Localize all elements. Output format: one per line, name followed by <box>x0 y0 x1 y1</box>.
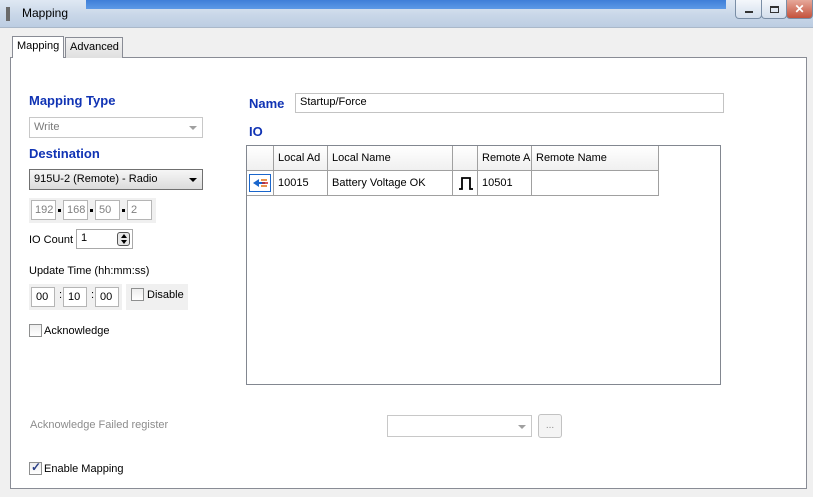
acknowledge-label: Acknowledge <box>44 325 110 337</box>
time-separator: : <box>59 289 63 301</box>
destination-label: Destination <box>29 146 100 161</box>
column-header-remote-name[interactable]: Remote Name <box>532 146 659 171</box>
destination-select[interactable]: 915U-2 (Remote) - Radio <box>29 169 203 190</box>
close-icon: ✕ <box>794 2 805 16</box>
disable-checkbox[interactable] <box>131 288 144 301</box>
ip-address-field: 192 168 50 2 <box>29 198 156 223</box>
io-count-label: IO Count <box>29 234 74 246</box>
io-count-value: 1 <box>81 232 88 244</box>
io-label: IO <box>249 124 263 139</box>
ip-octet-2: 168 <box>63 200 88 220</box>
maximize-button[interactable] <box>761 0 787 19</box>
time-minutes-input[interactable]: 10 <box>63 287 87 307</box>
name-input[interactable]: Startup/Force <box>295 93 724 113</box>
window-title: Mapping <box>22 6 69 20</box>
column-header-local-address[interactable]: Local Ad <box>274 146 328 171</box>
disable-label: Disable <box>147 289 184 301</box>
enable-mapping-checkbox[interactable] <box>29 460 42 475</box>
enable-mapping-label: Enable Mapping <box>44 463 124 475</box>
browse-register-button: ... <box>538 414 562 438</box>
io-table[interactable]: Local Ad Local Name Remote A Remote Name… <box>246 145 721 385</box>
update-time-field: 00 : 10 : 00 <box>29 284 122 310</box>
tab-mapping[interactable]: Mapping <box>12 36 65 58</box>
ip-octet-4: 2 <box>127 200 152 220</box>
pulse-icon <box>459 177 473 190</box>
ip-octet-1: 192 <box>31 200 56 220</box>
update-time-label: Update Time (hh:mm:ss) <box>29 265 150 277</box>
column-header-remote-address[interactable]: Remote A <box>478 146 532 171</box>
mapping-type-label: Mapping Type <box>29 93 116 108</box>
io-count-stepper[interactable] <box>117 232 130 246</box>
io-count-input[interactable]: 1 <box>76 229 133 249</box>
chevron-down-icon <box>189 178 197 182</box>
ack-failed-register-label: Acknowledge Failed register <box>30 419 169 431</box>
destination-value: 915U-2 (Remote) - Radio <box>34 173 158 185</box>
table-cell-remote-address[interactable]: 10501 <box>478 171 532 196</box>
close-button[interactable]: ✕ <box>786 0 813 19</box>
name-label: Name <box>249 96 285 111</box>
table-cell-local-name[interactable]: Battery Voltage OK <box>328 171 453 196</box>
table-row-icon-cell[interactable] <box>247 171 274 196</box>
chevron-down-icon <box>518 425 526 429</box>
time-hours-input[interactable]: 00 <box>31 287 55 307</box>
minimize-button[interactable] <box>735 0 762 19</box>
time-seconds-input[interactable]: 00 <box>95 287 119 307</box>
ip-separator <box>58 209 61 212</box>
ack-failed-register-select <box>387 415 532 437</box>
table-cell-remote-name[interactable] <box>532 171 659 196</box>
disable-option: Disable <box>126 284 188 310</box>
background-window-strip <box>86 0 726 9</box>
mapping-type-select: Write <box>29 117 203 138</box>
table-cell-type[interactable] <box>453 171 478 196</box>
minimize-icon <box>744 11 753 13</box>
ip-octet-3: 50 <box>95 200 120 220</box>
app-icon <box>6 7 10 21</box>
ip-separator <box>90 209 93 212</box>
column-header-icon[interactable] <box>247 146 274 171</box>
window-bottom-edge <box>0 491 813 497</box>
column-header-local-name[interactable]: Local Name <box>328 146 453 171</box>
mapping-arrow-icon <box>249 174 271 192</box>
ip-separator <box>122 209 125 212</box>
table-cell-local-address[interactable]: 10015 <box>274 171 328 196</box>
chevron-down-icon <box>189 126 197 130</box>
mapping-type-value: Write <box>34 121 60 133</box>
maximize-icon <box>769 5 779 13</box>
tab-advanced[interactable]: Advanced <box>65 37 123 58</box>
time-separator: : <box>91 289 95 301</box>
column-header-type[interactable] <box>453 146 478 171</box>
acknowledge-checkbox[interactable] <box>29 324 42 337</box>
